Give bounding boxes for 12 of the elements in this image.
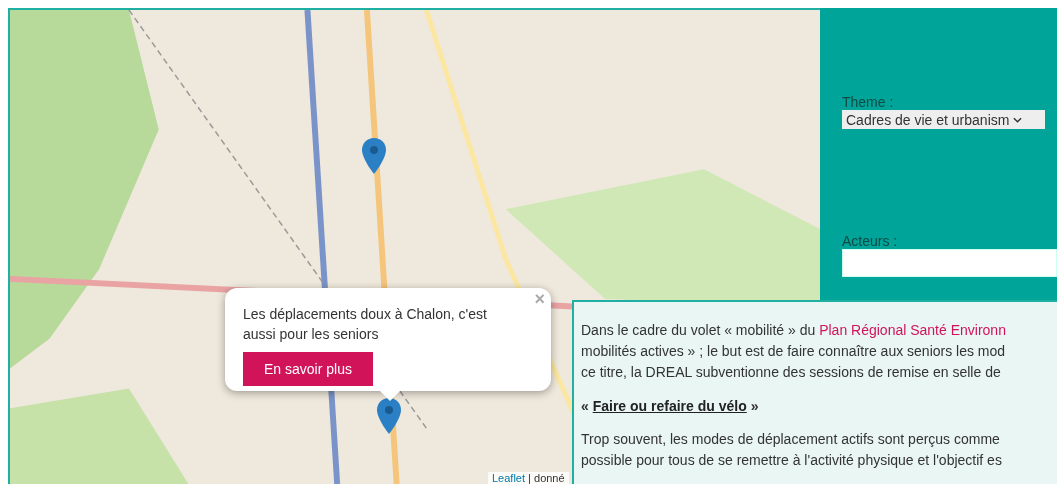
attribution-text: | donné	[528, 472, 565, 484]
heading-link[interactable]: Faire ou refaire du vélo	[592, 398, 747, 414]
plan-link[interactable]: Plan Régional Santé Environn	[819, 322, 1006, 338]
filter-label: Acteurs :	[842, 233, 899, 249]
read-more-button[interactable]: En savoir plus	[243, 352, 373, 386]
heading-quote: «	[581, 398, 590, 414]
popup-text: Les déplacements doux à Chalon, c'est aussi pour les seniors	[243, 305, 488, 344]
heading-quote: »	[749, 398, 759, 414]
theme-dropdown[interactable]: Cadres de vie et urbanism	[842, 110, 1045, 129]
filter-label: Theme :	[842, 94, 895, 110]
article-text: Dans le cadre du volet « mobilité » du	[581, 322, 817, 338]
attribution-link[interactable]: Leaflet	[492, 472, 526, 484]
